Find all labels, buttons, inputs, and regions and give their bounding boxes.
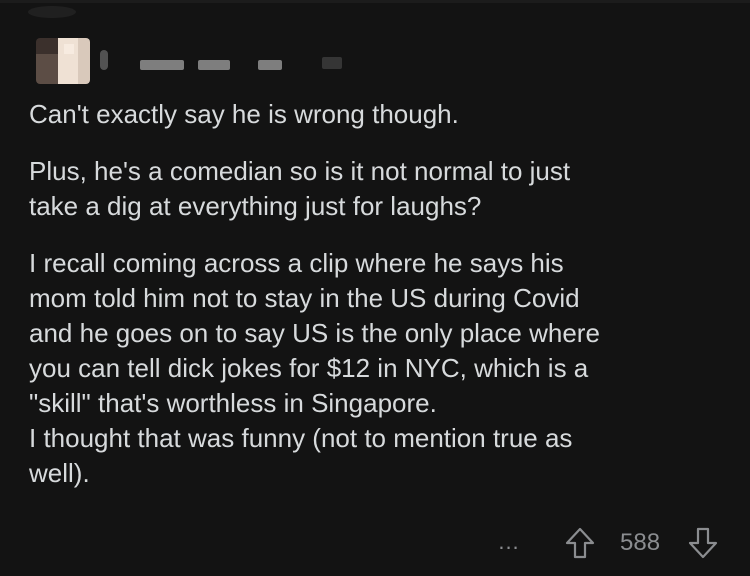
comment-line: I recall coming across a clip where he s… (29, 248, 564, 278)
avatar-pixel (36, 54, 58, 84)
avatar-pixel (36, 38, 58, 54)
comment-line: and he goes on to say US is the only pla… (29, 318, 600, 348)
comment-body: Can't exactly say he is wrong though. Pl… (29, 97, 729, 513)
comment-line: Plus, he's a comedian so is it not norma… (29, 156, 571, 186)
redacted-username (100, 50, 108, 70)
comment-paragraph: Plus, he's a comedian so is it not norma… (29, 154, 729, 224)
comment-line: take a dig at everything just for laughs… (29, 191, 482, 221)
arrow-down-outline-icon (688, 527, 718, 559)
more-options-button[interactable]: ... (494, 527, 524, 557)
avatar-pixel (64, 44, 74, 54)
comment-line: mom told him not to stay in the US durin… (29, 283, 580, 313)
redacted-username (258, 60, 282, 70)
redacted-username (198, 60, 230, 70)
comment-line: "skill" that's worthless in Singapore. (29, 388, 437, 418)
arrow-up-outline-icon (565, 527, 595, 559)
comment-line: well). (29, 458, 90, 488)
avatar[interactable] (36, 38, 90, 84)
vote-score: 588 (620, 529, 661, 556)
more-options-label: ... (498, 529, 520, 554)
comment-line: Can't exactly say he is wrong though. (29, 99, 459, 129)
upvote-button[interactable] (564, 526, 596, 560)
avatar-pixel (78, 38, 90, 84)
redacted-username (322, 57, 342, 69)
redacted-username (140, 60, 184, 70)
comment-paragraph: Can't exactly say he is wrong though. (29, 97, 729, 132)
downvote-button[interactable] (687, 526, 719, 560)
comment-paragraph: I recall coming across a clip where he s… (29, 246, 729, 491)
comment-header (0, 0, 750, 100)
comment-line: you can tell dick jokes for $12 in NYC, … (29, 353, 589, 383)
comment-line: I thought that was funny (not to mention… (29, 423, 573, 453)
